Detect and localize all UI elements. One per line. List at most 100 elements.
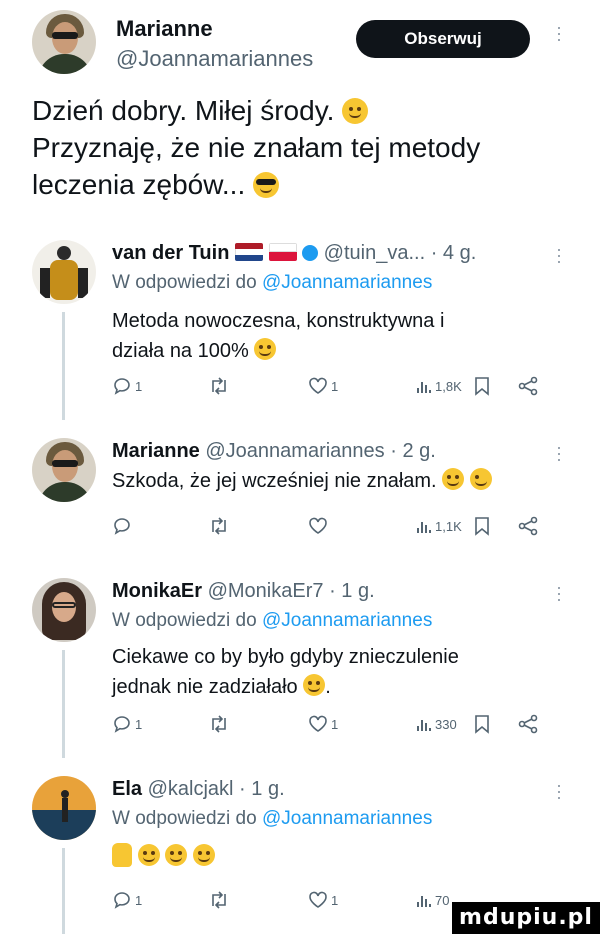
winking-face-emoji	[469, 468, 492, 490]
share-icon	[518, 516, 538, 536]
reply-author-name[interactable]: Ela	[112, 778, 142, 800]
views-icon	[417, 522, 431, 533]
reply-text: Metoda nowoczesna, konstruktywna i dział…	[112, 306, 552, 366]
heart-icon	[309, 517, 327, 534]
more-options-icon[interactable]: · · ·	[556, 438, 562, 468]
reply-author-handle[interactable]: @MonikaEr7	[208, 580, 324, 602]
share-action[interactable]	[518, 514, 538, 538]
reply-action[interactable]	[112, 514, 132, 538]
retweet-action[interactable]	[208, 888, 230, 912]
follow-button[interactable]: Obserwuj	[356, 20, 530, 58]
tweet-line-2: Przyznaję, że nie znałam tej metody	[32, 132, 481, 163]
bookmark-action[interactable]	[474, 374, 490, 398]
reply-timestamp[interactable]: · 1 g.	[239, 778, 285, 800]
retweet-icon	[212, 377, 226, 395]
thumbs-up-emoji	[112, 843, 132, 867]
reply-header: MonikaEr @MonikaEr7 · 1 g.	[112, 580, 375, 603]
sunglasses-face-emoji	[253, 172, 280, 198]
reply-text-line: działa na 100%	[112, 340, 249, 362]
reply-action[interactable]: 1	[112, 374, 142, 398]
reply-text-line: jednak nie zadziałało	[112, 676, 298, 698]
retweet-action[interactable]	[208, 514, 230, 538]
views-count: 1,1K	[435, 518, 462, 534]
site-watermark: mdupiu.pl	[452, 902, 600, 934]
thread-line	[62, 848, 65, 934]
views-action[interactable]: 1,1K	[416, 514, 462, 538]
reply-avatar[interactable]	[32, 578, 96, 642]
reply-action[interactable]: 1	[112, 712, 142, 736]
author-handle[interactable]: @Joannamariannes	[116, 46, 313, 72]
like-action[interactable]: 1	[308, 374, 338, 398]
reply-action[interactable]: 1	[112, 888, 142, 912]
reply-avatar[interactable]	[32, 776, 96, 840]
views-icon	[417, 720, 431, 731]
comment-icon	[114, 892, 130, 909]
share-action[interactable]	[518, 374, 538, 398]
retweet-icon	[212, 891, 226, 909]
like-action[interactable]	[308, 514, 328, 538]
replying-to-mention[interactable]: @Joannamariannes	[262, 272, 432, 293]
rofl-emoji	[137, 844, 160, 866]
author-avatar[interactable]	[32, 10, 96, 74]
grinning-face-emoji	[442, 468, 465, 490]
views-action[interactable]: 330	[416, 712, 457, 736]
reply-text-line: Metoda nowoczesna, konstruktywna i	[112, 310, 445, 332]
reply-text	[112, 842, 552, 872]
comment-icon	[114, 716, 130, 733]
tweet-line-3: leczenia zębów...	[32, 169, 246, 200]
more-options-icon[interactable]: · · ·	[556, 240, 562, 270]
reply-timestamp[interactable]: · 4 g.	[431, 242, 477, 264]
retweet-action[interactable]	[208, 374, 230, 398]
replying-to: W odpowiedzi do @Joannamariannes	[112, 610, 432, 632]
replying-to: W odpowiedzi do @Joannamariannes	[112, 272, 432, 294]
reply-header: Marianne @Joannamariannes · 2 g.	[112, 440, 436, 463]
more-options-icon[interactable]: · · ·	[556, 18, 562, 48]
replying-to-mention[interactable]: @Joannamariannes	[262, 808, 432, 829]
views-action[interactable]: 1,8K	[416, 374, 462, 398]
retweet-action[interactable]	[208, 712, 230, 736]
poland-flag-icon	[268, 243, 297, 261]
more-options-icon[interactable]: · · ·	[556, 578, 562, 608]
reply-author-name[interactable]: MonikaEr	[112, 580, 202, 602]
heart-icon	[309, 891, 327, 908]
bookmark-icon	[475, 715, 489, 734]
like-action[interactable]: 1	[308, 888, 338, 912]
smiling-face-emoji	[342, 98, 369, 124]
netherlands-flag-icon	[234, 243, 263, 261]
thread-line	[62, 312, 65, 420]
reply-author-name[interactable]: van der Tuin	[112, 242, 229, 264]
tongue-out-emoji	[303, 674, 326, 696]
bookmark-action[interactable]	[474, 712, 490, 736]
like-count: 1	[331, 892, 339, 908]
replying-to-mention[interactable]: @Joannamariannes	[262, 610, 432, 631]
views-count: 70	[435, 892, 450, 908]
heart-icon	[309, 715, 327, 732]
thread-line	[62, 650, 65, 758]
reply-author-handle[interactable]: @kalcjakl	[148, 778, 234, 800]
reply-author-name[interactable]: Marianne	[112, 440, 200, 462]
reply-timestamp[interactable]: · 1 g.	[329, 580, 375, 602]
author-name[interactable]: Marianne	[116, 16, 213, 42]
reply-author-handle[interactable]: @tuin_va...	[324, 242, 425, 264]
rofl-emoji	[192, 844, 215, 866]
share-action[interactable]	[518, 712, 538, 736]
like-action[interactable]: 1	[308, 712, 338, 736]
reply-avatar[interactable]	[32, 240, 96, 304]
retweet-icon	[212, 715, 226, 733]
tweet-text: Dzień dobry. Miłej środy. Przyznaję, że …	[32, 92, 572, 203]
reply-vandertuin[interactable]: van der Tuin @tuin_va... · 4 g. · · · W od…	[0, 240, 600, 420]
reply-avatar[interactable]	[32, 438, 96, 502]
reply-monikaer[interactable]: MonikaEr @MonikaEr7 · 1 g. · · · W odpowie…	[0, 578, 600, 758]
tweet-line-1: Dzień dobry. Miłej środy.	[32, 95, 335, 126]
reply-count: 1	[135, 716, 143, 732]
reply-actions: 1 1 330	[112, 712, 542, 736]
bookmark-action[interactable]	[474, 514, 490, 538]
views-action[interactable]: 70	[416, 888, 449, 912]
views-count: 330	[435, 716, 457, 732]
more-options-icon[interactable]: · · ·	[556, 776, 562, 806]
reply-timestamp[interactable]: · 2 g.	[390, 440, 436, 462]
reply-author-handle[interactable]: @Joannamariannes	[205, 440, 384, 462]
reply-text: Szkoda, że jej wcześniej nie znałam.	[112, 466, 552, 496]
reply-header: Ela @kalcjakl · 1 g.	[112, 778, 285, 801]
reply-marianne[interactable]: Marianne @Joannamariannes · 2 g. · · · Szk…	[0, 438, 600, 548]
